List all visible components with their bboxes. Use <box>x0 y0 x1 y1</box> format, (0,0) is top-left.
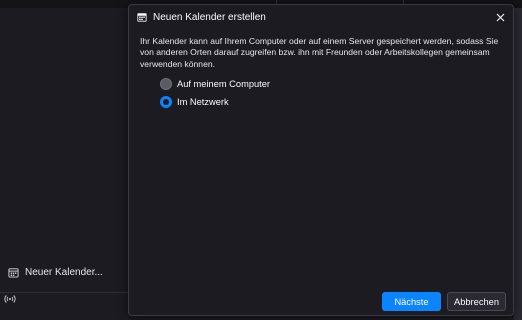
new-calendar-label: Neuer Kalender... <box>25 266 103 278</box>
radio-label: Auf meinem Computer <box>177 79 271 89</box>
calendar-icon <box>137 13 147 22</box>
cancel-button[interactable]: Abbrechen <box>447 292 506 311</box>
broadcast-icon[interactable] <box>4 294 16 304</box>
dialog-titlebar: Neuen Kalender erstellen <box>129 5 513 29</box>
new-calendar-dialog: Neuen Kalender erstellen Ihr Kalender ka… <box>128 4 514 316</box>
radio-option-local[interactable]: Auf meinem Computer <box>160 78 270 90</box>
radio-option-network[interactable]: Im Netzwerk <box>160 96 229 108</box>
background-panel <box>514 8 522 320</box>
radio-button-unchecked[interactable] <box>160 78 172 90</box>
dialog-title: Neuen Kalender erstellen <box>153 11 266 23</box>
close-button[interactable] <box>493 10 507 24</box>
sidebar: Neuer Kalender... <box>0 8 128 320</box>
new-calendar-button[interactable]: Neuer Kalender... <box>8 263 103 281</box>
calendar-icon <box>8 267 19 278</box>
dialog-description: Ihr Kalender kann auf Ihrem Computer ode… <box>140 36 499 69</box>
radio-button-checked[interactable] <box>160 96 172 108</box>
next-button[interactable]: Nächste <box>382 292 441 311</box>
radio-label: Im Netzwerk <box>177 97 229 107</box>
app-window: Neuer Kalender... Neuen Kalender erstell… <box>0 0 522 320</box>
close-icon <box>496 13 504 21</box>
status-bar <box>0 285 128 312</box>
